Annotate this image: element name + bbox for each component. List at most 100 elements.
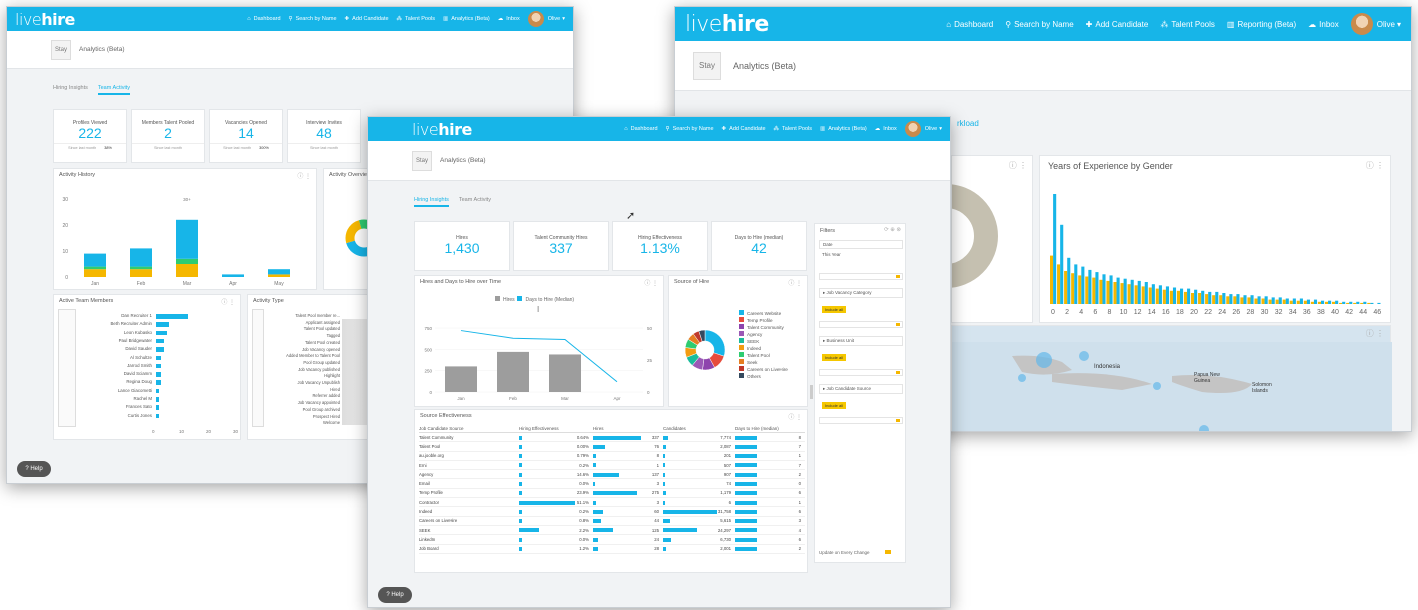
table-row[interactable]: Talent Community 0.64% 337 7,774 8 bbox=[419, 433, 805, 443]
column-header[interactable]: Days to Hire (median) bbox=[735, 426, 805, 431]
filter-toggle-icon[interactable] bbox=[896, 323, 900, 326]
nav-reporting-beta[interactable]: ▥ Reporting (Beta) bbox=[1227, 20, 1296, 29]
nav-olive[interactable]: Olive ▾ bbox=[527, 11, 565, 27]
nav-talent-pools[interactable]: ⁂ Talent Pools bbox=[397, 16, 435, 22]
card-options-icon[interactable]: ⓘ ⋮ bbox=[788, 412, 802, 421]
x-tick-label: 10 bbox=[179, 429, 185, 434]
column-header[interactable]: Hiring Effectiveness bbox=[519, 426, 593, 431]
panel-resize-handle[interactable] bbox=[810, 385, 813, 399]
help-button[interactable]: ? Help bbox=[17, 461, 51, 477]
filter-value[interactable]: This Year bbox=[819, 249, 903, 260]
activity-type-label: Talent Pool updated bbox=[303, 326, 340, 332]
card-options-icon[interactable]: ⓘ ⋮ bbox=[297, 171, 311, 180]
nav-olive[interactable]: Olive ▾ bbox=[904, 121, 942, 137]
nav-inbox[interactable]: ☁ Inbox bbox=[1308, 20, 1339, 29]
table-row[interactable]: SEEK 2.2% 125 24,297 4 bbox=[419, 526, 805, 536]
filter-input[interactable] bbox=[819, 273, 903, 280]
nav-olive[interactable]: Olive ▾ bbox=[1350, 13, 1401, 35]
table-row[interactable]: Job Board 1.2% 28 2,001 2 bbox=[419, 545, 805, 554]
table-row[interactable]: au.jooble.org 0.79% 8 201 1 bbox=[419, 452, 805, 461]
nav-analytics-beta[interactable]: ▥ Analytics (Beta) bbox=[820, 126, 867, 132]
metric-cell: 0.0% bbox=[519, 481, 593, 486]
activity-type-label: Welcome bbox=[323, 420, 340, 426]
user-avatar[interactable] bbox=[527, 11, 544, 27]
include-all-button[interactable]: Include all bbox=[822, 402, 847, 409]
nav-inbox[interactable]: ☁ Inbox bbox=[498, 16, 520, 22]
workload-tab[interactable]: rkload bbox=[957, 119, 979, 128]
metric-bar bbox=[593, 444, 605, 449]
source-name: Talent Community bbox=[419, 434, 454, 440]
filter-label[interactable]: ▸ Business Unit bbox=[819, 336, 903, 346]
legend-swatch bbox=[739, 324, 744, 329]
table-row[interactable]: Indeed 0.2% 60 31,758 6 bbox=[419, 507, 805, 517]
table-row[interactable]: Contractor 51.1% 3 6 1 bbox=[419, 498, 805, 508]
nav-talent-pools[interactable]: ⁂ Talent Pools bbox=[774, 126, 812, 132]
card-options-icon[interactable]: ⓘ ⋮ bbox=[644, 278, 658, 287]
include-all-button[interactable]: Include all bbox=[822, 354, 847, 361]
metric-cell: 44 bbox=[593, 518, 663, 523]
nav-talent-pools[interactable]: ⁂ Talent Pools bbox=[1160, 20, 1215, 29]
nav-dashboard[interactable]: ⌂ Dashboard bbox=[247, 16, 280, 22]
activity-bar-segment bbox=[176, 219, 198, 259]
user-avatar[interactable] bbox=[1350, 13, 1373, 35]
card-options-icon[interactable]: ⓘ ⋮ bbox=[221, 297, 235, 306]
filter-input[interactable] bbox=[819, 417, 903, 424]
home-icon: ⌂ bbox=[946, 19, 952, 29]
tab-hiring-insights[interactable]: Hiring Insights bbox=[414, 195, 449, 207]
toggle-icon[interactable] bbox=[884, 550, 891, 554]
help-button[interactable]: ? Help bbox=[378, 587, 412, 603]
nav-search-by-name[interactable]: ⚲ Search by Name bbox=[289, 16, 337, 22]
filters-icons[interactable]: ⟳ ⊕ ⊗ bbox=[884, 227, 901, 233]
include-all-button[interactable]: Include all bbox=[822, 306, 847, 313]
type-scroll-track[interactable] bbox=[252, 309, 264, 427]
filter-toggle-icon[interactable] bbox=[896, 275, 900, 278]
experience-bar-male bbox=[1363, 301, 1367, 304]
filter-input[interactable] bbox=[819, 369, 903, 376]
card-options-icon[interactable]: ⓘ ⋮ bbox=[788, 278, 802, 287]
y-tick-label: 750 bbox=[424, 326, 432, 331]
table-row[interactable]: Email 0.0% 3 74 0 bbox=[419, 479, 805, 489]
table-row[interactable]: LinkedIn 0.0% 24 6,730 6 bbox=[419, 535, 805, 545]
filter-label[interactable]: Date bbox=[819, 240, 903, 249]
filter-input[interactable] bbox=[819, 321, 903, 328]
card-options-icon[interactable]: ⓘ ⋮ bbox=[1366, 160, 1384, 171]
experience-bar-male bbox=[1130, 279, 1134, 304]
nav-analytics-beta[interactable]: ▥ Analytics (Beta) bbox=[443, 16, 490, 22]
nav-inbox[interactable]: ☁ Inbox bbox=[875, 126, 897, 132]
livehire-logo[interactable]: livehire bbox=[15, 10, 75, 29]
filter-label[interactable]: ▸ Job Candidate Source bbox=[819, 384, 903, 394]
column-header[interactable]: Hires bbox=[593, 426, 663, 431]
livehire-logo[interactable]: livehire bbox=[685, 12, 769, 37]
nav-dashboard[interactable]: ⌂ Dashboard bbox=[946, 20, 993, 29]
table-row[interactable]: Careers on LiveHire 0.8% 44 5,615 3 bbox=[419, 517, 805, 526]
user-avatar[interactable] bbox=[904, 121, 921, 137]
livehire-logo[interactable]: livehire bbox=[412, 120, 472, 139]
column-header[interactable]: Job Candidate Source bbox=[419, 426, 519, 431]
team-scroll-track[interactable] bbox=[58, 309, 76, 427]
nav-add-candidate[interactable]: ✚ Add Candidate bbox=[345, 16, 389, 22]
tab-team-activity[interactable]: Team Activity bbox=[97, 83, 130, 95]
nav-dashboard[interactable]: ⌂ Dashboard bbox=[624, 126, 657, 132]
filter-toggle-icon[interactable] bbox=[896, 371, 900, 374]
column-header[interactable]: Candidates bbox=[663, 426, 735, 431]
card-options-icon[interactable]: ⓘ ⋮ bbox=[1366, 328, 1384, 339]
update-on-change[interactable]: Update on Every Change bbox=[819, 550, 891, 555]
table-row[interactable]: Temp Profile 23.9% 275 1,179 6 bbox=[419, 489, 805, 499]
nav-search-by-name[interactable]: ⚲ Search by Name bbox=[1005, 20, 1073, 29]
metric-cell: 74 bbox=[663, 481, 735, 486]
table-row[interactable]: Erni 0.2% 1 507 7 bbox=[419, 461, 805, 471]
metric-cell: 0 bbox=[735, 481, 805, 486]
nav-search-by-name[interactable]: ⚲ Search by Name bbox=[666, 126, 714, 132]
metric-cell: 6 bbox=[735, 509, 805, 514]
nav-add-candidate[interactable]: ✚ Add Candidate bbox=[722, 126, 766, 132]
filter-label[interactable]: ▸ Job Vacancy Category bbox=[819, 288, 903, 298]
filter-toggle-icon[interactable] bbox=[896, 419, 900, 422]
table-row[interactable]: Agency 14.6% 137 907 2 bbox=[419, 470, 805, 480]
table-row[interactable]: Talent Pool 0.00% 76 2,087 7 bbox=[419, 442, 805, 452]
metric-value: 507 bbox=[723, 462, 731, 468]
tab-team-activity[interactable]: Team Activity bbox=[459, 195, 491, 207]
tab-hiring-insights[interactable]: Hiring Insights bbox=[53, 83, 88, 95]
add-person-icon: ✚ bbox=[344, 16, 350, 22]
nav-add-candidate[interactable]: ✚ Add Candidate bbox=[1086, 20, 1149, 29]
cloud-icon: ☁ bbox=[1308, 19, 1317, 29]
